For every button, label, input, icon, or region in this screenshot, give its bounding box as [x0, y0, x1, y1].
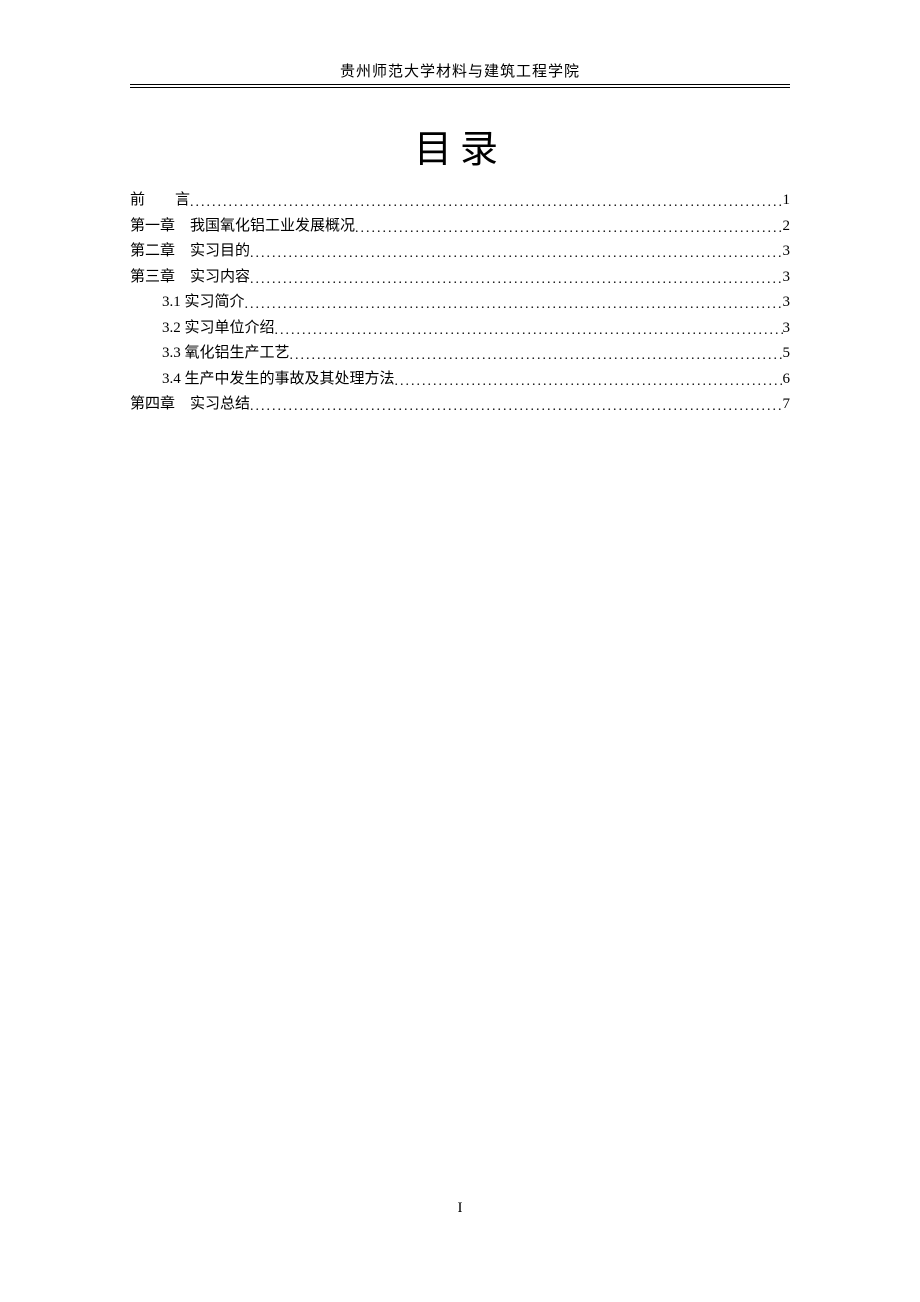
toc-page: 6	[783, 367, 791, 393]
toc-label: 第一章 我国氧化铝工业发展概况	[130, 214, 355, 240]
toc-title: 目录	[130, 118, 790, 173]
toc-label: 第二章 实习目的	[130, 239, 250, 265]
toc-page: 3	[783, 316, 791, 342]
toc-entry: 3.1 实习简介 3	[130, 290, 790, 316]
toc-page: 3	[783, 290, 791, 316]
toc-label: 3.4 生产中发生的事故及其处理方法	[162, 367, 395, 393]
toc-leader	[190, 191, 782, 215]
toc-label: 前 言	[130, 188, 190, 214]
toc-page: 2	[783, 214, 791, 240]
table-of-contents: 前 言 1 第一章 我国氧化铝工业发展概况 2 第二章 实习目的 3 第三章 实…	[130, 188, 790, 418]
toc-leader	[250, 268, 782, 292]
toc-page: 1	[783, 188, 791, 214]
toc-leader	[355, 217, 782, 241]
toc-entry: 3.2 实习单位介绍 3	[130, 316, 790, 342]
toc-entry: 第三章 实习内容 3	[130, 265, 790, 291]
toc-entry: 3.3 氧化铝生产工艺 5	[130, 341, 790, 367]
toc-page: 5	[783, 341, 791, 367]
toc-entry: 3.4 生产中发生的事故及其处理方法 6	[130, 367, 790, 393]
toc-entry: 前 言 1	[130, 188, 790, 214]
toc-leader	[245, 293, 783, 317]
toc-leader	[275, 319, 783, 343]
toc-label: 3.1 实习简介	[162, 290, 245, 316]
toc-leader	[250, 395, 782, 419]
header-rule	[130, 84, 790, 88]
toc-leader	[250, 242, 782, 266]
page-number: I	[0, 1200, 920, 1217]
toc-label: 3.2 实习单位介绍	[162, 316, 275, 342]
toc-label: 第四章 实习总结	[130, 392, 250, 418]
toc-leader	[290, 344, 783, 368]
toc-page: 7	[783, 392, 791, 418]
page-header: 贵州师范大学材料与建筑工程学院	[130, 60, 790, 81]
toc-page: 3	[783, 239, 791, 265]
toc-entry: 第四章 实习总结 7	[130, 392, 790, 418]
toc-label: 第三章 实习内容	[130, 265, 250, 291]
toc-label: 3.3 氧化铝生产工艺	[162, 341, 290, 367]
toc-leader	[395, 370, 783, 394]
toc-entry: 第一章 我国氧化铝工业发展概况 2	[130, 214, 790, 240]
toc-page: 3	[783, 265, 791, 291]
toc-entry: 第二章 实习目的 3	[130, 239, 790, 265]
